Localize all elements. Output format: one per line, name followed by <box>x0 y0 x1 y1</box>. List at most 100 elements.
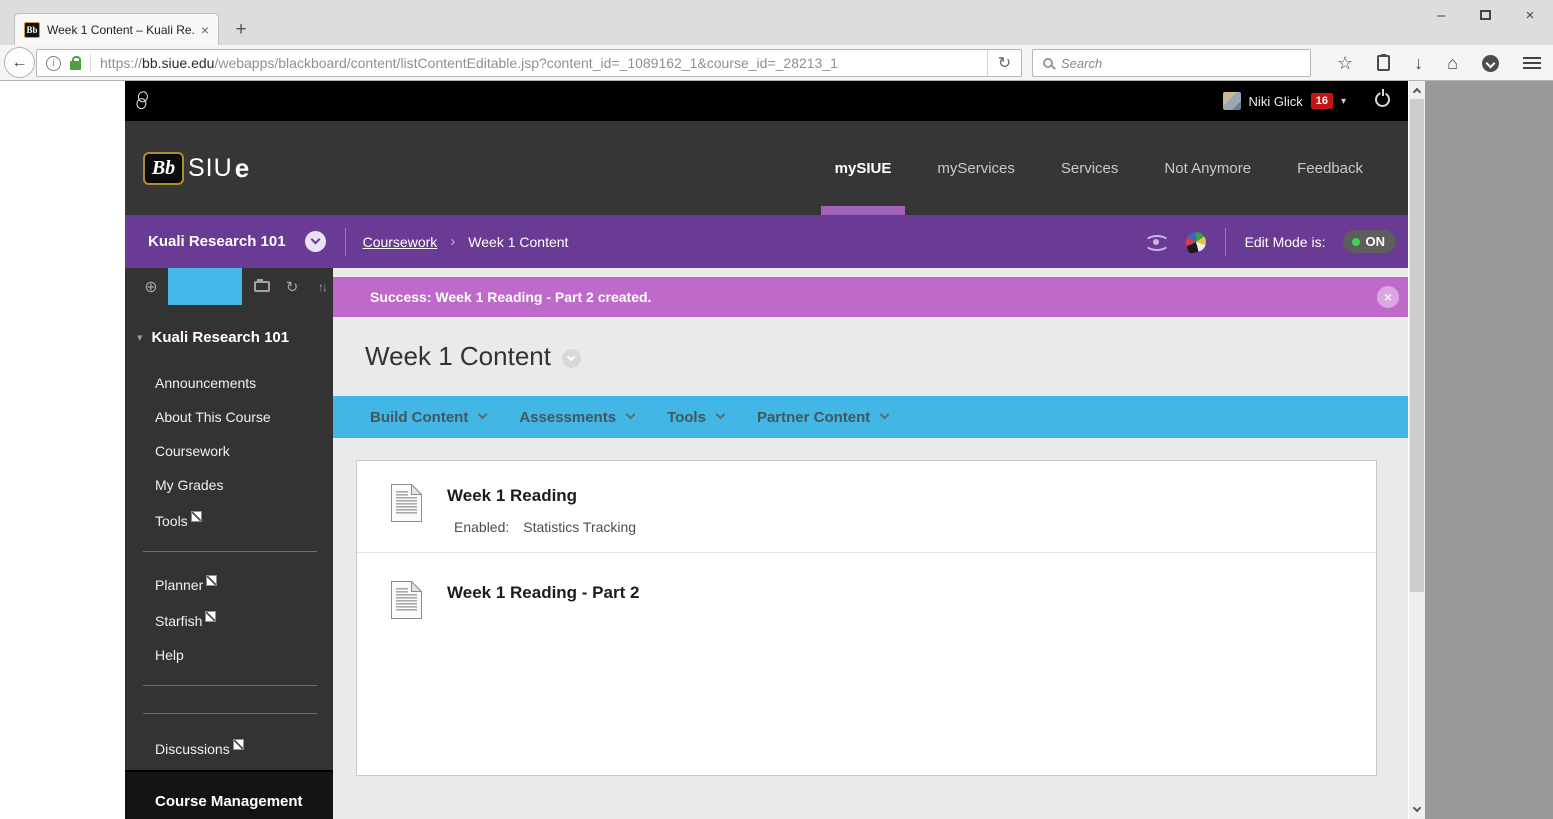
reload-icon[interactable]: ↻ <box>987 50 1021 76</box>
sidebar-item-discussions[interactable]: Discussions <box>125 714 333 766</box>
sidebar-divider <box>143 685 317 686</box>
sidebar-course-header[interactable]: ▾ Kuali Research 101 <box>125 305 333 352</box>
window-minimize-icon[interactable]: – <box>1432 7 1450 24</box>
chevron-down-icon <box>625 409 636 420</box>
tab-favicon-bb: Bb <box>24 21 40 38</box>
course-name: Kuali Research 101 <box>148 233 286 250</box>
edit-mode-on-dot <box>1351 237 1360 246</box>
sidebar-caret-down-icon: ▾ <box>137 332 143 344</box>
chevron-down-icon <box>715 409 726 420</box>
scrollbar-up-icon[interactable] <box>1409 83 1425 98</box>
pocket-icon[interactable] <box>1482 54 1499 72</box>
sidebar-item-my-grades[interactable]: My Grades <box>125 468 333 502</box>
reorder-menu-icon[interactable]: ↑↓ <box>312 268 332 305</box>
browser-navbar: ← i https://bb.siue.edu/webapps/blackboa… <box>0 45 1553 81</box>
course-management-title: Course Management <box>155 793 303 810</box>
document-icon <box>391 581 422 619</box>
url-divider <box>90 54 91 72</box>
user-avatar <box>1222 92 1241 110</box>
edit-mode-label: Edit Mode is: <box>1244 233 1326 250</box>
alert-close-icon[interactable]: × <box>1377 286 1399 308</box>
user-menu[interactable]: Niki Glick 16 ▾ <box>1222 81 1346 121</box>
nav-tab-feedback[interactable]: Feedback <box>1274 121 1386 215</box>
browser-tab[interactable]: Bb Week 1 Content – Kuali Re... × <box>14 13 219 45</box>
scrollbar-thumb[interactable] <box>1410 99 1424 592</box>
logo-siu-text: SIU <box>188 153 233 182</box>
coursebar-divider <box>1224 227 1226 256</box>
main-content: Success: Week 1 Reading - Part 2 created… <box>333 268 1408 819</box>
nav-tab-not-anymore[interactable]: Not Anymore <box>1141 121 1274 215</box>
https-lock-icon[interactable] <box>70 55 81 70</box>
course-sidebar: ⊕ ↻ ↑↓ ▾ Kuali Research 101 Announcement… <box>125 268 333 819</box>
sidebar-item-help[interactable]: Help <box>125 638 333 672</box>
url-bar[interactable]: i https://bb.siue.edu/webapps/blackboard… <box>36 49 1022 77</box>
tab-close-icon[interactable]: × <box>201 23 209 37</box>
breadcrumb-coursework-link[interactable]: Coursework <box>363 234 438 250</box>
user-caret-down-icon: ▾ <box>1340 95 1346 107</box>
browser-toolbar-icons: ☆ ↓ ⌂ <box>1337 49 1541 77</box>
course-bar: Kuali Research 101 Coursework › Week 1 C… <box>125 215 1408 268</box>
nav-tab-mysiue[interactable]: mySIUE <box>812 121 915 215</box>
theme-palette-icon[interactable] <box>1183 229 1208 254</box>
student-preview-icon[interactable] <box>1143 232 1170 252</box>
body-row: ⊕ ↻ ↑↓ ▾ Kuali Research 101 Announcement… <box>125 268 1408 819</box>
content-item: Week 1 Reading - Part 2 <box>357 553 1376 619</box>
window-maximize-icon[interactable] <box>1480 10 1491 20</box>
build-content-button[interactable]: Build Content <box>370 409 488 426</box>
content-item: Week 1 Reading Enabled: Statistics Track… <box>357 461 1376 553</box>
quick-links-icon[interactable] <box>133 90 149 112</box>
content-list: Week 1 Reading Enabled: Statistics Track… <box>356 460 1377 776</box>
window-close-icon[interactable]: × <box>1521 7 1539 24</box>
edit-mode-state: ON <box>1365 234 1386 249</box>
partner-content-button[interactable]: Partner Content <box>757 409 890 426</box>
view-toggle-highlight[interactable] <box>168 268 242 305</box>
tools-button[interactable]: Tools <box>667 409 726 426</box>
desktop-background <box>1425 81 1553 819</box>
reorder-content-icon[interactable]: ↑↓ <box>1366 410 1377 425</box>
nav-tab-services[interactable]: Services <box>1038 121 1142 215</box>
chevron-down-icon <box>477 409 488 420</box>
content-item-title[interactable]: Week 1 Reading - Part 2 <box>447 583 639 603</box>
sidebar-course-title: Kuali Research 101 <box>151 329 290 346</box>
url-domain: bb.siue.edu <box>142 55 215 71</box>
assessments-button[interactable]: Assessments <box>519 409 636 426</box>
home-icon[interactable]: ⌂ <box>1447 54 1458 72</box>
notification-badge: 16 <box>1310 93 1333 109</box>
folder-view-icon[interactable] <box>252 268 272 305</box>
bookmark-star-icon[interactable]: ☆ <box>1337 54 1353 72</box>
siue-logo: Bb SIU e <box>143 151 249 185</box>
sidebar-item-about-this-course[interactable]: About This Course <box>125 400 333 434</box>
page-info-icon[interactable]: i <box>46 55 61 71</box>
course-management-panel[interactable]: Course Management <box>125 770 333 819</box>
scrollbar-down-icon[interactable] <box>1409 802 1425 817</box>
sidebar-item-tools[interactable]: Tools <box>125 502 333 538</box>
nav-tab-myservices[interactable]: myServices <box>914 121 1038 215</box>
downloads-icon[interactable]: ↓ <box>1414 54 1423 72</box>
add-menu-item-icon[interactable]: ⊕ <box>141 268 161 305</box>
content-item-meta: Enabled: Statistics Tracking <box>454 519 636 535</box>
course-menu-chevron-icon[interactable] <box>304 231 326 252</box>
page-scrollbar[interactable] <box>1409 81 1425 819</box>
edit-mode-toggle[interactable]: ON <box>1342 230 1396 253</box>
browser-search-box[interactable]: Search <box>1032 49 1311 77</box>
page-title-chevron-icon[interactable] <box>561 349 581 368</box>
url-text[interactable]: https://bb.siue.edu/webapps/blackboard/c… <box>100 55 987 71</box>
search-icon <box>1043 58 1053 68</box>
brand-bar: Bb SIU e mySIUE myServices Services Not … <box>125 121 1408 215</box>
user-name: Niki Glick <box>1248 93 1303 109</box>
menu-hamburger-icon[interactable] <box>1523 57 1541 69</box>
meta-label: Enabled: <box>454 519 510 535</box>
back-button[interactable]: ← <box>4 47 35 78</box>
sidebar-item-planner[interactable]: Planner <box>125 566 333 602</box>
refresh-icon[interactable]: ↻ <box>282 268 302 305</box>
sidebar-item-announcements[interactable]: Announcements <box>125 366 333 400</box>
reading-list-icon[interactable] <box>1377 54 1391 71</box>
sidebar-item-coursework[interactable]: Coursework <box>125 434 333 468</box>
sidebar-item-starfish[interactable]: Starfish <box>125 602 333 638</box>
tab-title: Week 1 Content – Kuali Re... <box>47 22 194 37</box>
content-item-title[interactable]: Week 1 Reading <box>447 486 636 506</box>
new-tab-button[interactable]: + <box>226 17 256 43</box>
logout-power-icon[interactable] <box>1375 88 1390 107</box>
search-placeholder: Search <box>1061 55 1103 71</box>
utility-bar: Niki Glick 16 ▾ <box>125 81 1408 121</box>
